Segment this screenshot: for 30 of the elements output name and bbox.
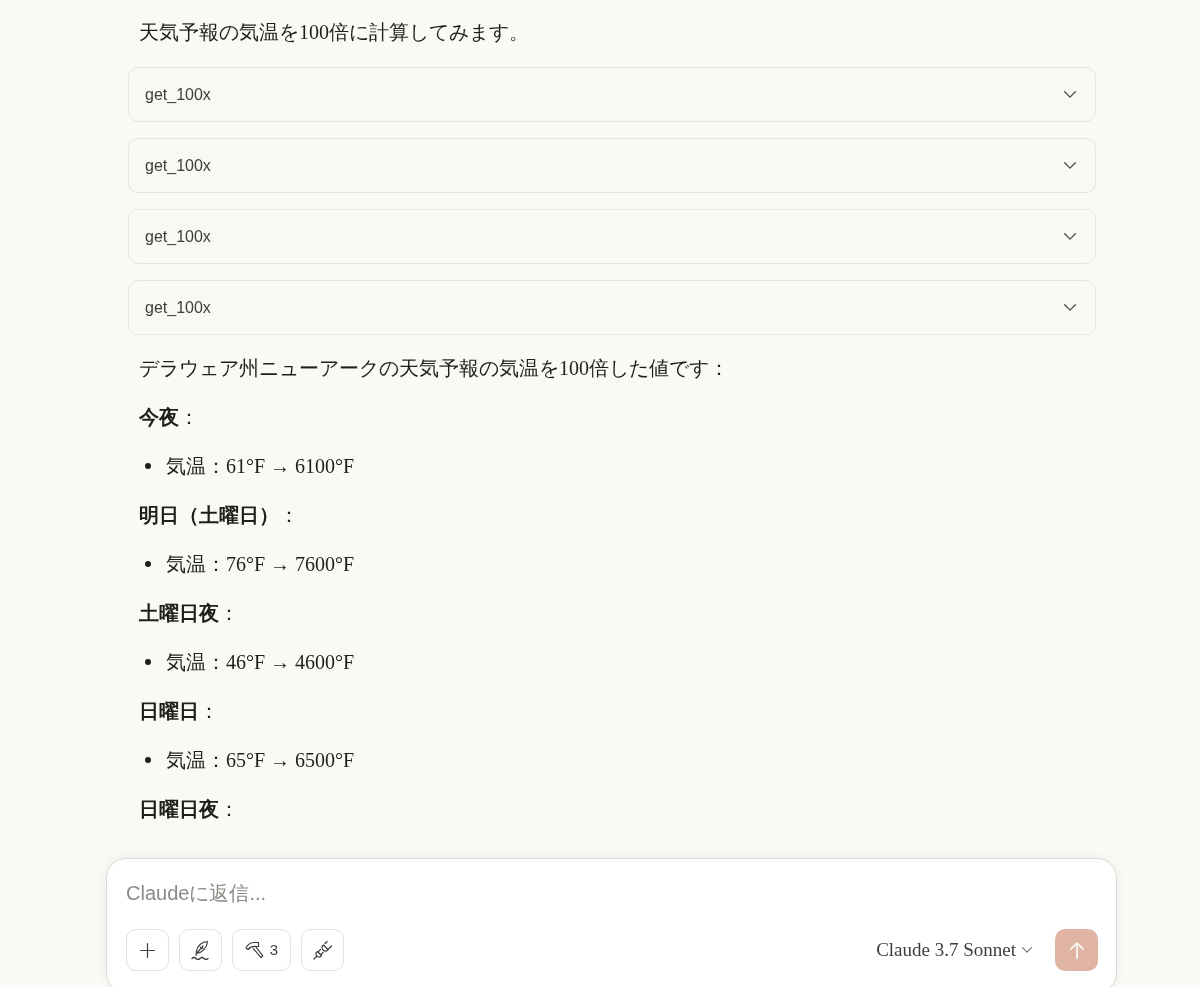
- style-button[interactable]: [179, 929, 222, 971]
- plus-icon: [140, 942, 155, 958]
- hammer-icon: [244, 941, 264, 959]
- section-heading: 今夜：: [138, 405, 200, 430]
- chevron-down-icon: [1022, 947, 1032, 953]
- bullet-icon: [145, 659, 151, 665]
- tool-call-toggle[interactable]: get_100x: [128, 209, 1096, 264]
- tool-call-toggle[interactable]: get_100x: [128, 138, 1096, 193]
- message-text: デラウェア州ニューアークの天気予報の気温を100倍した値です：: [138, 356, 730, 381]
- bullet-icon: [145, 561, 151, 567]
- arrow-up-icon: [1069, 941, 1084, 959]
- model-selector[interactable]: Claude 3.7 Sonnet: [868, 929, 1040, 971]
- list-item-text: 気温：76°F → 7600°F: [166, 552, 355, 577]
- tool-call-toggle[interactable]: get_100x: [128, 67, 1096, 122]
- quill-icon: [190, 940, 211, 960]
- message-text: 天気予報の気温を100倍に計算してみます。: [138, 20, 530, 45]
- plug-icon: [312, 940, 333, 960]
- bullet-icon: [145, 463, 151, 469]
- list-item-text: 気温：65°F → 6500°F: [166, 748, 355, 773]
- reply-input[interactable]: Claudeに返信...: [126, 879, 1026, 907]
- tools-button[interactable]: 3: [232, 929, 291, 971]
- tool-call-toggle[interactable]: get_100x: [128, 280, 1096, 335]
- list-item-text: 気温：46°F → 4600°F: [166, 650, 355, 675]
- section-heading: 明日（土曜日）：: [138, 503, 300, 528]
- section-heading: 日曜日夜：: [138, 797, 240, 822]
- list-item-text: 気温：61°F → 6100°F: [166, 454, 355, 479]
- section-heading: 土曜日夜：: [138, 601, 240, 626]
- bullet-icon: [145, 757, 151, 763]
- connector-button[interactable]: [301, 929, 344, 971]
- section-heading: 日曜日：: [138, 699, 220, 724]
